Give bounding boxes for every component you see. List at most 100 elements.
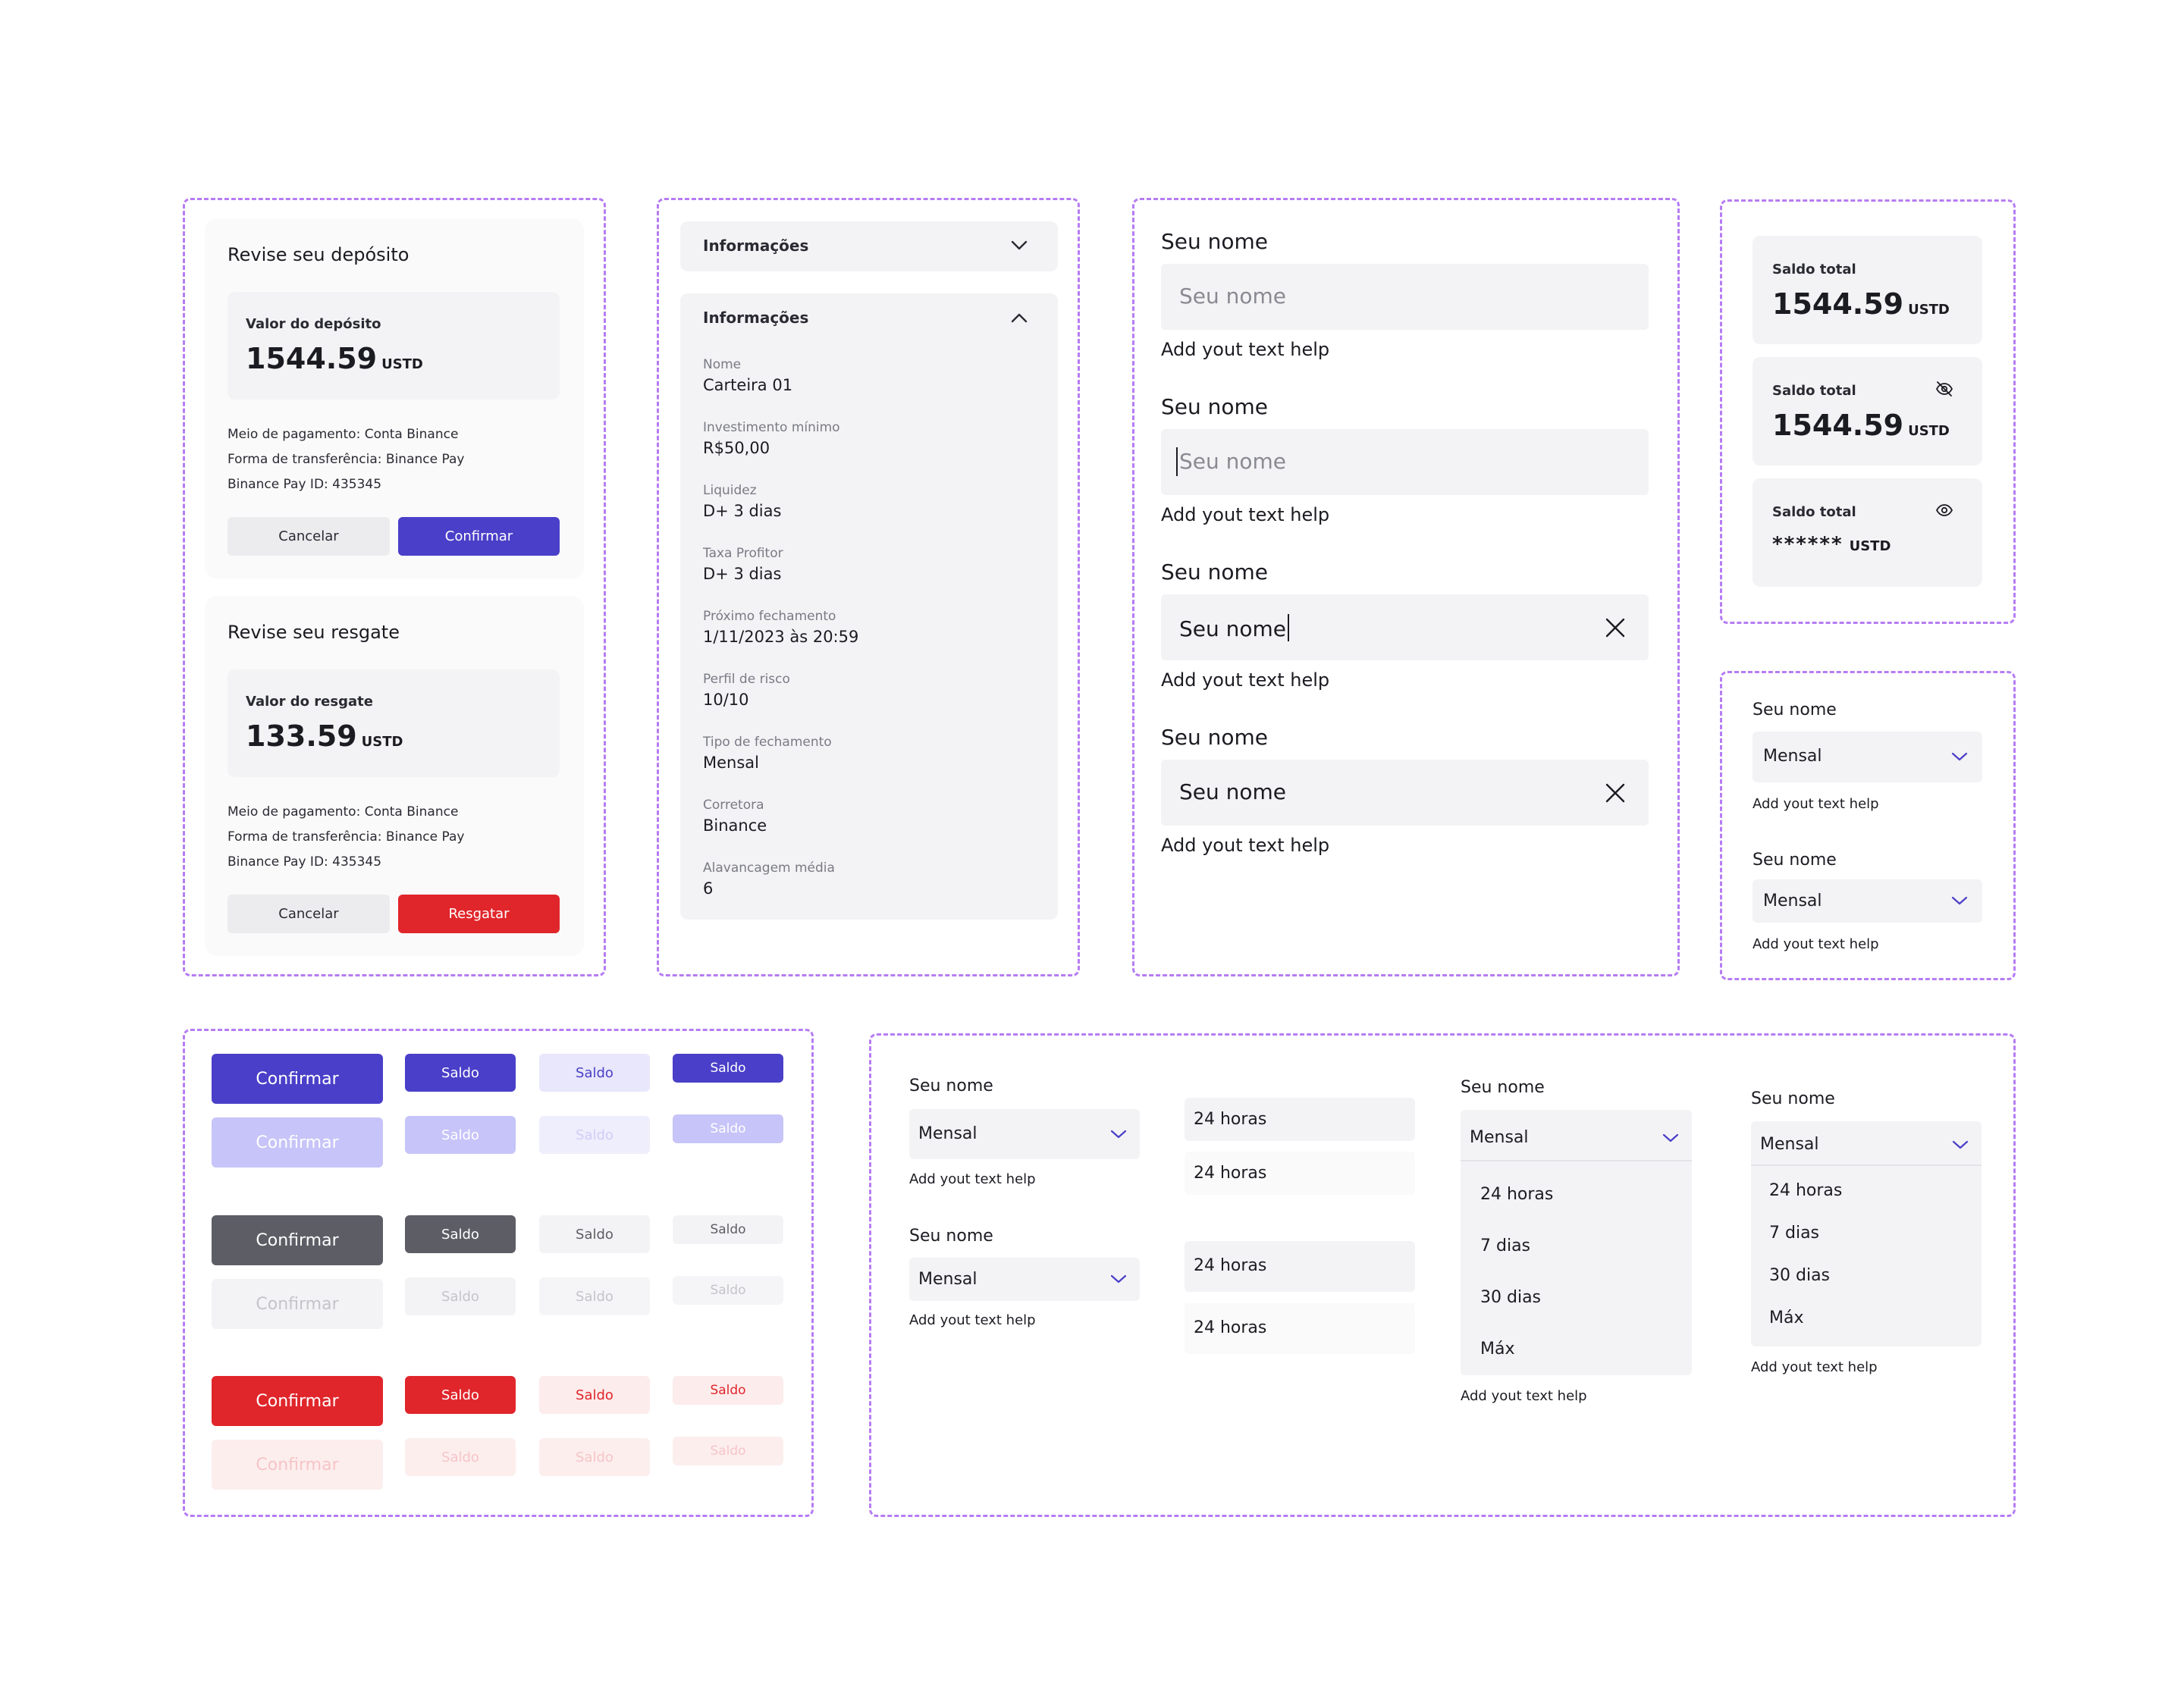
danger-saldo-button-disabled[interactable]: Saldo bbox=[405, 1438, 516, 1476]
dropdown-b-divider bbox=[1751, 1164, 1982, 1166]
eye-off-icon[interactable] bbox=[1935, 380, 1953, 398]
primary-confirm-button-disabled[interactable]: Confirmar bbox=[212, 1117, 383, 1167]
danger-confirm-button-disabled[interactable]: Confirmar bbox=[212, 1440, 383, 1490]
danger-saldo-soft-button[interactable]: Saldo bbox=[539, 1376, 650, 1414]
dropdown-a-option[interactable]: 30 dias bbox=[1480, 1288, 1541, 1307]
neutral-saldo-soft-button[interactable]: Saldo bbox=[539, 1215, 650, 1253]
accordion-item-value: Binance bbox=[703, 816, 767, 835]
accordion-collapsed[interactable]: Informações bbox=[680, 221, 1058, 271]
primary-saldo-button-disabled[interactable]: Saldo bbox=[405, 1116, 516, 1154]
input-3-help: Add yout text help bbox=[1161, 669, 1330, 691]
option-item-hover-2[interactable]: 24 horas bbox=[1185, 1241, 1415, 1292]
input-1-label: Seu nome bbox=[1161, 229, 1269, 254]
rescue-confirm-button[interactable]: Resgatar bbox=[398, 895, 560, 933]
deposit-transfer-value: Binance Pay bbox=[385, 452, 465, 467]
dropdown-a-option[interactable]: 24 horas bbox=[1480, 1185, 1553, 1204]
dropdown-b-option[interactable]: 30 dias bbox=[1769, 1266, 1830, 1285]
input-3-caret bbox=[1288, 614, 1290, 641]
dropdown-b-help: Add yout text help bbox=[1751, 1359, 1878, 1375]
balance-3-currency: USTD bbox=[1849, 538, 1891, 554]
primary-saldo-compact-button-disabled[interactable]: Saldo bbox=[673, 1114, 783, 1143]
input-4-value: Seu nome bbox=[1179, 779, 1287, 804]
input-3-label: Seu nome bbox=[1161, 559, 1269, 585]
rescue-cancel-button[interactable]: Cancelar bbox=[228, 895, 390, 933]
option-item-hover[interactable]: 24 horas bbox=[1185, 1098, 1415, 1141]
deposit-payment-label: Meio de pagamento: bbox=[228, 427, 361, 442]
danger-saldo-soft-button-disabled[interactable]: Saldo bbox=[539, 1438, 650, 1476]
input-1-field[interactable]: Seu nome bbox=[1161, 264, 1649, 330]
accordion-item-value: 6 bbox=[703, 879, 714, 898]
small-select-2-label: Seu nome bbox=[1753, 851, 1837, 870]
dropdown-a-label: Seu nome bbox=[1461, 1078, 1545, 1097]
balance-3-amount: ****** USTD bbox=[1772, 533, 1891, 556]
showcase-select-2[interactable]: Mensal bbox=[909, 1258, 1140, 1301]
accordion-item-key: Perfil de risco bbox=[703, 672, 790, 687]
neutral-saldo-compact-button[interactable]: Saldo bbox=[673, 1215, 783, 1244]
danger-confirm-button[interactable]: Confirmar bbox=[212, 1376, 383, 1426]
dropdown-a[interactable]: Mensal 24 horas 7 dias 30 dias Máx bbox=[1461, 1110, 1692, 1375]
input-3-field[interactable]: Seu nome bbox=[1161, 594, 1649, 660]
input-2-field[interactable]: Seu nome bbox=[1161, 429, 1649, 495]
dropdown-b-label: Seu nome bbox=[1751, 1089, 1835, 1108]
dropdown-a-option[interactable]: 7 dias bbox=[1480, 1236, 1530, 1255]
accordion-item-value: D+ 3 dias bbox=[703, 565, 782, 583]
input-4-help: Add yout text help bbox=[1161, 835, 1330, 856]
balance-2-value: 1544.59 bbox=[1772, 409, 1904, 442]
deposit-id: Binance Pay ID: 435345 bbox=[228, 477, 381, 492]
rescue-amount: 133.59 USTD bbox=[246, 719, 403, 753]
accordion-item-value: 1/11/2023 às 20:59 bbox=[703, 628, 859, 646]
primary-saldo-soft-button-disabled[interactable]: Saldo bbox=[539, 1116, 650, 1154]
input-2-label: Seu nome bbox=[1161, 394, 1269, 419]
neutral-saldo-soft-button-disabled[interactable]: Saldo bbox=[539, 1277, 650, 1315]
chevron-down-icon bbox=[1951, 896, 1968, 905]
small-select-1[interactable]: Mensal bbox=[1753, 732, 1982, 782]
accordion-item-value: D+ 3 dias bbox=[703, 502, 782, 520]
primary-saldo-soft-button[interactable]: Saldo bbox=[539, 1054, 650, 1092]
deposit-confirm-button[interactable]: Confirmar bbox=[398, 517, 560, 556]
neutral-confirm-button[interactable]: Confirmar bbox=[212, 1215, 383, 1265]
chevron-down-icon bbox=[1662, 1133, 1679, 1142]
deposit-cancel-button[interactable]: Cancelar bbox=[228, 517, 390, 556]
primary-saldo-compact-button[interactable]: Saldo bbox=[673, 1054, 783, 1083]
chevron-down-icon bbox=[1952, 1140, 1969, 1149]
close-icon[interactable] bbox=[1604, 782, 1627, 804]
primary-saldo-button[interactable]: Saldo bbox=[405, 1054, 516, 1092]
deposit-id-value: 435345 bbox=[332, 477, 382, 492]
primary-confirm-button[interactable]: Confirmar bbox=[212, 1054, 383, 1104]
dropdown-b-option[interactable]: Máx bbox=[1769, 1309, 1803, 1327]
input-4-field[interactable]: Seu nome bbox=[1161, 760, 1649, 826]
neutral-confirm-button-disabled[interactable]: Confirmar bbox=[212, 1279, 383, 1329]
accordion-expanded-title[interactable]: Informações bbox=[703, 309, 808, 327]
small-select-2[interactable]: Mensal bbox=[1753, 879, 1982, 923]
danger-saldo-compact-button-disabled[interactable]: Saldo bbox=[673, 1437, 783, 1465]
option-item-default[interactable]: 24 horas bbox=[1185, 1152, 1415, 1195]
dropdown-b[interactable]: Mensal 24 horas 7 dias 30 dias Máx bbox=[1751, 1121, 1982, 1346]
rescue-title: Revise seu resgate bbox=[228, 622, 400, 643]
accordion-item-key: Liquidez bbox=[703, 483, 757, 498]
balance-3-value: ****** bbox=[1772, 533, 1844, 556]
accordion-item-key: Tipo de fechamento bbox=[703, 735, 832, 750]
rescue-currency: USTD bbox=[361, 734, 403, 750]
input-1-placeholder: Seu nome bbox=[1179, 284, 1287, 309]
input-2-help: Add yout text help bbox=[1161, 504, 1330, 525]
eye-icon[interactable] bbox=[1935, 501, 1953, 519]
neutral-saldo-button[interactable]: Saldo bbox=[405, 1215, 516, 1253]
input-1-help: Add yout text help bbox=[1161, 339, 1330, 360]
option-item-default-2[interactable]: 24 horas bbox=[1185, 1303, 1415, 1354]
rescue-value-label: Valor do resgate bbox=[246, 694, 373, 710]
neutral-saldo-button-disabled[interactable]: Saldo bbox=[405, 1277, 516, 1315]
neutral-saldo-compact-button-disabled[interactable]: Saldo bbox=[673, 1276, 783, 1305]
deposit-payment-value: Conta Binance bbox=[364, 427, 459, 442]
chevron-up-icon[interactable] bbox=[1011, 312, 1028, 324]
deposit-transfer: Forma de transferência: Binance Pay bbox=[228, 452, 464, 467]
balance-2-currency: USTD bbox=[1908, 423, 1950, 439]
close-icon[interactable] bbox=[1604, 616, 1627, 639]
deposit-id-label: Binance Pay ID: bbox=[228, 477, 328, 492]
dropdown-b-option[interactable]: 24 horas bbox=[1769, 1181, 1842, 1200]
dropdown-a-option[interactable]: Máx bbox=[1480, 1340, 1514, 1359]
danger-saldo-button[interactable]: Saldo bbox=[405, 1376, 516, 1414]
balance-card-3: Saldo total ****** USTD bbox=[1753, 478, 1982, 587]
danger-saldo-compact-button[interactable]: Saldo bbox=[673, 1376, 783, 1405]
showcase-select-1[interactable]: Mensal bbox=[909, 1109, 1140, 1159]
dropdown-b-option[interactable]: 7 dias bbox=[1769, 1224, 1819, 1243]
